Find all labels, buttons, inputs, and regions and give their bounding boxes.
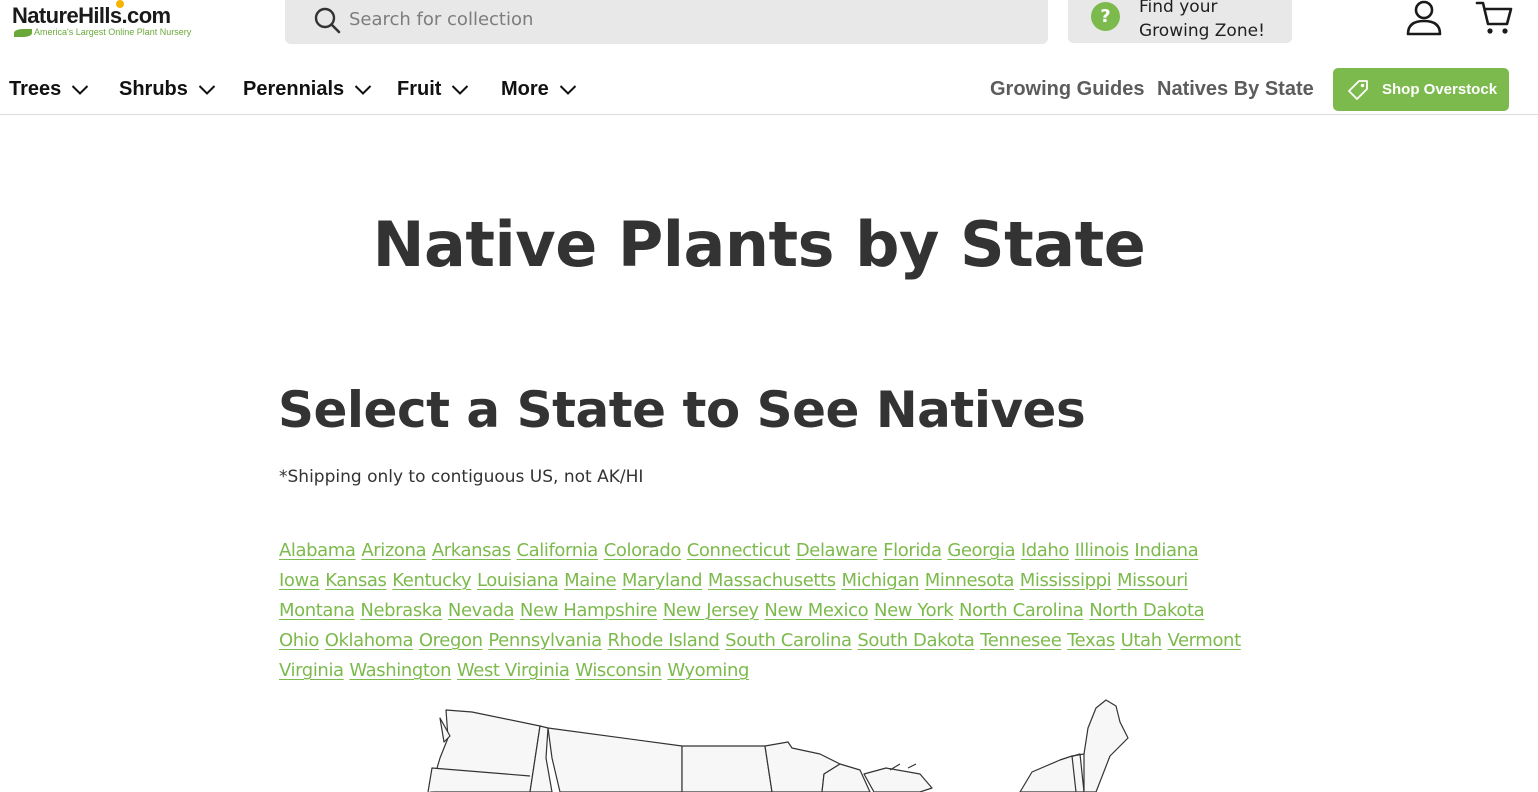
chevron-down-icon xyxy=(354,84,372,95)
state-link-louisiana[interactable]: Louisiana xyxy=(477,570,559,591)
main-nav: Trees Shrubs Perennials Fruit More Growi… xyxy=(0,60,1538,115)
state-link-california[interactable]: California xyxy=(516,540,598,561)
state-link-connecticut[interactable]: Connecticut xyxy=(687,540,791,561)
nav-item-trees[interactable]: Trees xyxy=(9,78,89,101)
state-link-massachusetts[interactable]: Massachusetts xyxy=(708,570,836,591)
state-link-new-mexico[interactable]: New Mexico xyxy=(764,600,868,621)
state-link-oregon[interactable]: Oregon xyxy=(419,630,483,651)
state-link-florida[interactable]: Florida xyxy=(883,540,942,561)
state-link-new-jersey[interactable]: New Jersey xyxy=(663,600,759,621)
state-link-kentucky[interactable]: Kentucky xyxy=(392,570,471,591)
state-link-indiana[interactable]: Indiana xyxy=(1134,540,1198,561)
state-link-idaho[interactable]: Idaho xyxy=(1021,540,1070,561)
state-link-maine[interactable]: Maine xyxy=(564,570,616,591)
state-link-virginia[interactable]: Virginia xyxy=(279,660,344,681)
state-link-vermont[interactable]: Vermont xyxy=(1167,630,1241,651)
chevron-down-icon xyxy=(452,84,469,95)
page-title: Native Plants by State xyxy=(372,208,1146,281)
nav-item-label: Shrubs xyxy=(119,78,188,100)
logo-tagline: America's Largest Online Plant Nursery xyxy=(34,27,192,37)
nav-item-label: Trees xyxy=(9,78,62,100)
state-link-washington[interactable]: Washington xyxy=(349,660,451,681)
state-link-kansas[interactable]: Kansas xyxy=(325,570,387,591)
state-link-rhode-island[interactable]: Rhode Island xyxy=(608,630,720,651)
site-header: NatureHills.com America's Largest Online… xyxy=(0,0,1538,60)
state-link-west-virginia[interactable]: West Virginia xyxy=(457,660,570,681)
state-link-north-carolina[interactable]: North Carolina xyxy=(959,600,1084,621)
user-icon[interactable] xyxy=(1404,0,1444,38)
nav-item-perennials[interactable]: Perennials xyxy=(243,78,372,101)
chevron-down-icon xyxy=(198,84,216,95)
state-link-missouri[interactable]: Missouri xyxy=(1117,570,1188,591)
state-links-list: Alabama Arizona Arkansas California Colo… xyxy=(279,536,1244,686)
search-input[interactable] xyxy=(349,6,1009,32)
state-link-utah[interactable]: Utah xyxy=(1121,630,1162,651)
state-link-new-york[interactable]: New York xyxy=(874,600,954,621)
state-link-ohio[interactable]: Ohio xyxy=(279,630,319,651)
state-link-new-hampshire[interactable]: New Hampshire xyxy=(520,600,658,621)
state-link-maryland[interactable]: Maryland xyxy=(622,570,703,591)
state-link-pennsylvania[interactable]: Pennsylvania xyxy=(488,630,602,651)
nav-item-more[interactable]: More xyxy=(501,78,577,101)
state-link-minnesota[interactable]: Minnesota xyxy=(925,570,1015,591)
shop-overstock-label: Shop Overstock xyxy=(1382,81,1498,98)
chevron-down-icon xyxy=(559,84,577,95)
leaf-icon xyxy=(14,29,32,37)
state-link-north-dakota[interactable]: North Dakota xyxy=(1089,600,1204,621)
search-bar[interactable] xyxy=(285,0,1048,44)
cart-icon[interactable] xyxy=(1474,0,1514,38)
growing-guides-link[interactable]: Growing Guides xyxy=(990,78,1144,101)
state-link-mississippi[interactable]: Mississippi xyxy=(1020,570,1112,591)
shipping-note: *Shipping only to contiguous US, not AK/… xyxy=(279,467,644,487)
state-link-south-dakota[interactable]: South Dakota xyxy=(857,630,974,651)
section-title: Select a State to See Natives xyxy=(278,381,1086,439)
growing-zone-label: Find your Growing Zone! xyxy=(1139,0,1265,41)
state-link-nevada[interactable]: Nevada xyxy=(448,600,515,621)
search-icon[interactable] xyxy=(313,6,341,34)
tag-icon xyxy=(1348,79,1368,100)
state-link-south-carolina[interactable]: South Carolina xyxy=(725,630,852,651)
state-link-iowa[interactable]: Iowa xyxy=(279,570,320,591)
nav-item-fruit[interactable]: Fruit xyxy=(397,78,469,101)
us-states-map[interactable] xyxy=(420,698,1150,792)
site-logo[interactable]: NatureHills.com America's Largest Online… xyxy=(12,0,202,42)
natives-by-state-link[interactable]: Natives By State xyxy=(1157,78,1314,101)
state-link-nebraska[interactable]: Nebraska xyxy=(360,600,442,621)
nav-item-label: Fruit xyxy=(397,78,442,100)
state-link-delaware[interactable]: Delaware xyxy=(796,540,878,561)
logo-wordmark: NatureHills.com xyxy=(12,3,171,28)
state-link-texas[interactable]: Texas xyxy=(1067,630,1115,651)
state-link-tennesee[interactable]: Tennesee xyxy=(980,630,1062,651)
nav-item-label: More xyxy=(501,78,549,100)
chevron-down-icon xyxy=(72,84,89,95)
state-link-georgia[interactable]: Georgia xyxy=(947,540,1015,561)
state-link-alabama[interactable]: Alabama xyxy=(279,540,356,561)
state-link-oklahoma[interactable]: Oklahoma xyxy=(325,630,414,651)
state-link-montana[interactable]: Montana xyxy=(279,600,355,621)
state-link-wisconsin[interactable]: Wisconsin xyxy=(575,660,662,681)
nav-item-shrubs[interactable]: Shrubs xyxy=(119,78,216,101)
state-link-illinois[interactable]: Illinois xyxy=(1075,540,1129,561)
state-link-michigan[interactable]: Michigan xyxy=(841,570,919,591)
state-link-wyoming[interactable]: Wyoming xyxy=(667,660,749,681)
shop-overstock-button[interactable]: Shop Overstock xyxy=(1333,68,1509,111)
state-link-colorado[interactable]: Colorado xyxy=(604,540,682,561)
growing-zone-finder[interactable]: ? Find your Growing Zone! xyxy=(1068,0,1292,43)
sun-icon xyxy=(116,0,124,8)
nav-item-label: Perennials xyxy=(243,78,345,100)
state-link-arkansas[interactable]: Arkansas xyxy=(432,540,511,561)
question-icon: ? xyxy=(1091,2,1120,31)
state-link-arizona[interactable]: Arizona xyxy=(361,540,426,561)
